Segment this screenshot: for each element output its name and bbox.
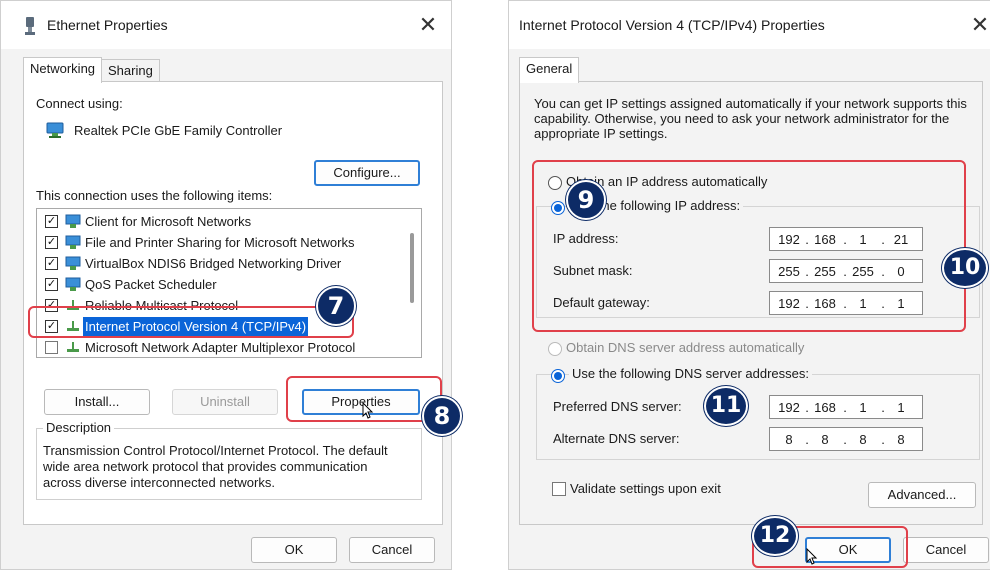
item-label: Microsoft Network Adapter Multiplexor Pr…	[85, 340, 356, 355]
network-adapter-icon	[25, 17, 35, 35]
validate-checkbox[interactable]	[552, 482, 566, 496]
title-bar: Ethernet Properties ✕	[1, 1, 451, 49]
network-service-icon	[65, 277, 81, 291]
network-protocol-icon	[67, 342, 79, 352]
item-checkbox[interactable]: ✓	[45, 236, 58, 249]
adapter-icon	[46, 122, 64, 138]
description-group: Description Transmission Control Protoco…	[36, 420, 422, 500]
step-7-badge: 7	[316, 286, 356, 326]
tab-sharing[interactable]: Sharing	[101, 59, 160, 83]
alternate-dns-field[interactable]: 8 . 8 . 8 . 8	[769, 427, 923, 451]
obtain-dns-auto-label: Obtain DNS server address automatically	[566, 340, 805, 355]
networking-tab-panel: Connect using: Realtek PCIe GbE Family C…	[23, 81, 443, 525]
connect-using-label: Connect using:	[36, 96, 123, 111]
octet-3: 8	[859, 432, 867, 447]
intro-text: You can get IP settings assigned automat…	[534, 96, 967, 141]
step-10-badge: 10	[942, 248, 988, 288]
install-button[interactable]: Install...	[44, 389, 150, 415]
list-item-file-printer-sharing[interactable]: ✓ File and Printer Sharing for Microsoft…	[41, 233, 397, 253]
list-item-multiplexor[interactable]: Microsoft Network Adapter Multiplexor Pr…	[41, 338, 397, 357]
advanced-button[interactable]: Advanced...	[868, 482, 976, 508]
highlight-ipv4-item	[28, 306, 354, 338]
network-service-icon	[65, 235, 81, 249]
network-protocol-icon	[65, 256, 81, 270]
step-9-badge: 9	[566, 180, 606, 220]
validate-label: Validate settings upon exit	[570, 481, 721, 496]
ok-button[interactable]: OK	[251, 537, 337, 563]
cancel-button[interactable]: Cancel	[903, 537, 989, 563]
description-title: Description	[43, 420, 115, 435]
highlight-dns-spacer	[532, 366, 672, 458]
step-11-badge: 11	[704, 386, 748, 426]
item-checkbox[interactable]: ✓	[45, 278, 58, 291]
preferred-dns-field[interactable]: 192 . 168 . 1 . 1	[769, 395, 923, 419]
close-button[interactable]: ✕	[965, 10, 990, 40]
tab-general[interactable]: General	[519, 57, 580, 83]
octet-2: 168	[814, 400, 836, 415]
scroll-thumb[interactable]	[410, 233, 414, 303]
item-label: QoS Packet Scheduler	[85, 277, 217, 292]
octet-1: 192	[778, 400, 800, 415]
close-button[interactable]: ✕	[413, 10, 443, 40]
item-checkbox[interactable]: ✓	[45, 257, 58, 270]
list-item-client-ms-networks[interactable]: ✓ Client for Microsoft Networks	[41, 212, 397, 232]
dialog-title: Internet Protocol Version 4 (TCP/IPv4) P…	[519, 17, 825, 33]
list-item-virtualbox-driver[interactable]: ✓ VirtualBox NDIS6 Bridged Networking Dr…	[41, 254, 397, 274]
ethernet-properties-dialog: Ethernet Properties ✕ Networking Sharing…	[0, 0, 452, 570]
list-scrollbar[interactable]	[405, 213, 419, 353]
octet-3: 1	[859, 400, 867, 415]
tab-networking[interactable]: Networking	[23, 57, 103, 83]
network-client-icon	[65, 214, 81, 228]
description-text: Transmission Control Protocol/Internet P…	[43, 443, 388, 490]
configure-button[interactable]: Configure...	[314, 160, 420, 186]
title-bar: Internet Protocol Version 4 (TCP/IPv4) P…	[509, 1, 990, 49]
obtain-dns-auto-radio[interactable]	[548, 342, 562, 356]
step-8-badge: 8	[422, 396, 462, 436]
items-label: This connection uses the following items…	[36, 188, 273, 203]
uninstall-button[interactable]: Uninstall	[172, 389, 278, 415]
mouse-cursor-icon	[362, 402, 374, 419]
cancel-button[interactable]: Cancel	[349, 537, 435, 563]
octet-1: 8	[785, 432, 793, 447]
adapter-name: Realtek PCIe GbE Family Controller	[74, 123, 283, 138]
item-checkbox[interactable]	[45, 341, 58, 354]
mouse-cursor-icon	[806, 548, 818, 565]
dialog-title: Ethernet Properties	[47, 17, 168, 33]
octet-4: 1	[897, 400, 905, 415]
step-12-badge: 12	[752, 516, 798, 556]
item-label: File and Printer Sharing for Microsoft N…	[85, 235, 355, 250]
octet-2: 8	[821, 432, 829, 447]
item-checkbox[interactable]: ✓	[45, 215, 58, 228]
item-label: Client for Microsoft Networks	[85, 214, 252, 229]
octet-4: 8	[897, 432, 905, 447]
item-label: VirtualBox NDIS6 Bridged Networking Driv…	[85, 256, 342, 271]
